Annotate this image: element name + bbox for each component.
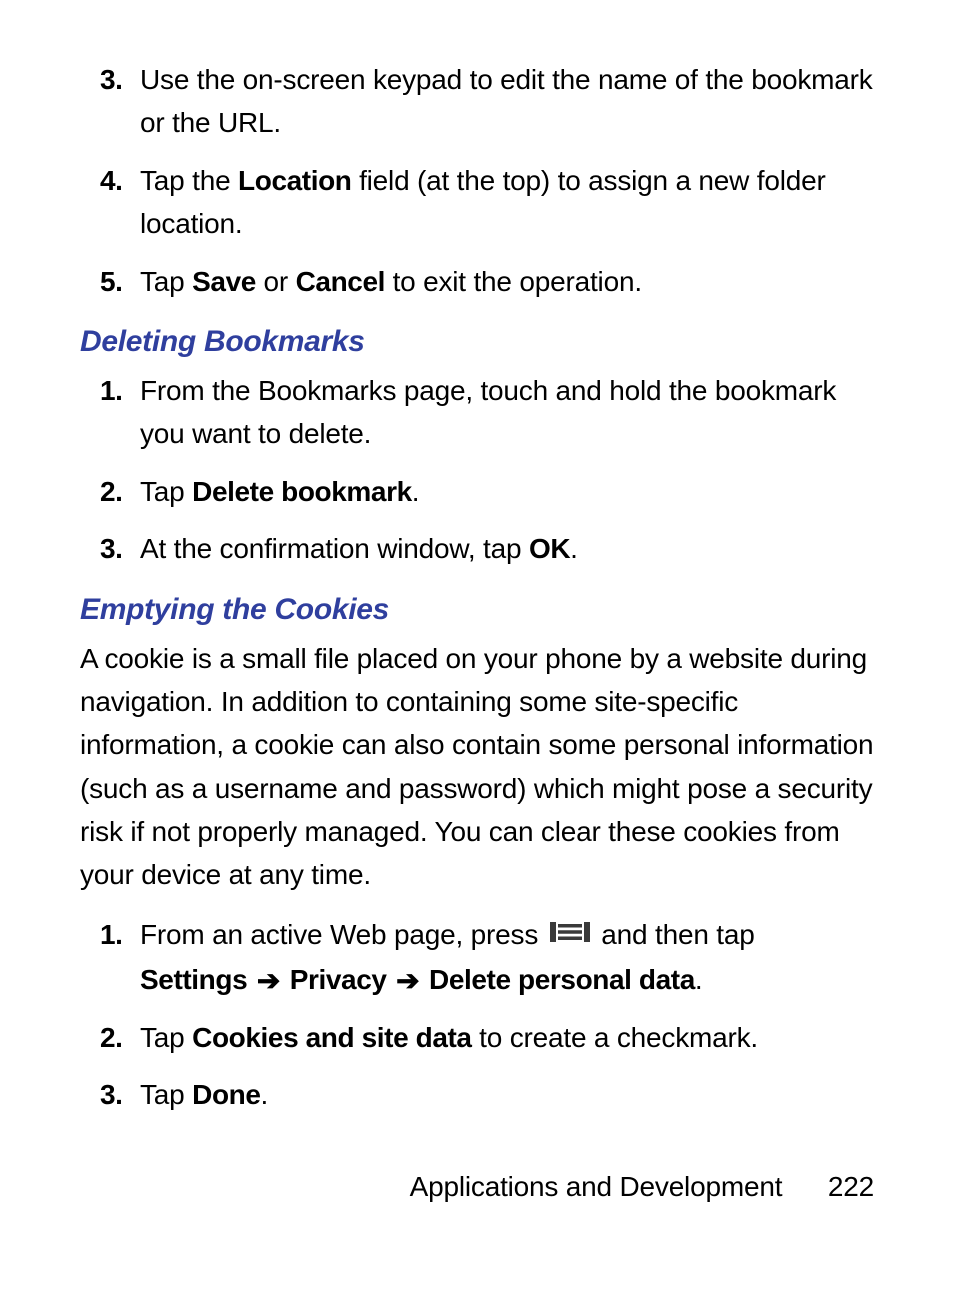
- paragraph-cookies-intro: A cookie is a small file placed on your …: [80, 637, 874, 897]
- list-number: 3.: [80, 1073, 140, 1116]
- menu-icon: [550, 913, 590, 956]
- list-text: From an active Web page, press and then …: [140, 913, 874, 1002]
- list-text: Tap the Location field (at the top) to a…: [140, 159, 874, 246]
- footer-section-title: Applications and Development: [410, 1171, 783, 1202]
- text-run: to exit the operation.: [385, 266, 642, 297]
- text-run: .: [412, 476, 420, 507]
- list-text: From the Bookmarks page, touch and hold …: [140, 369, 874, 456]
- section-heading-emptying-cookies: Emptying the Cookies: [80, 593, 874, 627]
- bold-run: Location: [238, 165, 351, 196]
- arrow-icon: ➔: [394, 959, 421, 1002]
- list-item: 1. From the Bookmarks page, touch and ho…: [80, 369, 874, 456]
- list-item: 3. At the confirmation window, tap OK.: [80, 527, 874, 570]
- text-run: At the confirmation window, tap: [140, 533, 529, 564]
- text-run: or: [256, 266, 296, 297]
- footer-page-number: 222: [828, 1171, 874, 1203]
- text-run: .: [570, 533, 578, 564]
- list-text: Use the on-screen keypad to edit the nam…: [140, 58, 874, 145]
- bold-run: Done: [192, 1079, 260, 1110]
- list-number: 4.: [80, 159, 140, 202]
- bold-run: Save: [192, 266, 256, 297]
- text-run: From an active Web page, press: [140, 919, 546, 950]
- list-item: 5. Tap Save or Cancel to exit the operat…: [80, 260, 874, 303]
- text-run: to create a checkmark.: [472, 1022, 758, 1053]
- list-continued: 3. Use the on-screen keypad to edit the …: [80, 58, 874, 303]
- bold-run: Privacy: [290, 964, 387, 995]
- text-run: Tap: [140, 1022, 192, 1053]
- document-page: 3. Use the on-screen keypad to edit the …: [0, 0, 954, 1295]
- list-item: 1. From an active Web page, press and th…: [80, 913, 874, 1002]
- list-item: 2. Tap Cookies and site data to create a…: [80, 1016, 874, 1059]
- list-text: At the confirmation window, tap OK.: [140, 527, 874, 570]
- list-text: Tap Cookies and site data to create a ch…: [140, 1016, 874, 1059]
- list-number: 5.: [80, 260, 140, 303]
- page-footer: Applications and Development 222: [410, 1171, 874, 1203]
- list-text: Tap Save or Cancel to exit the operation…: [140, 260, 874, 303]
- bold-run: Cancel: [296, 266, 385, 297]
- list-item: 4. Tap the Location field (at the top) t…: [80, 159, 874, 246]
- list-number: 1.: [80, 913, 140, 956]
- list-item: 3. Tap Done.: [80, 1073, 874, 1116]
- text-run: Tap: [140, 476, 192, 507]
- list-item: 3. Use the on-screen keypad to edit the …: [80, 58, 874, 145]
- list-emptying-cookies: 1. From an active Web page, press and th…: [80, 913, 874, 1116]
- arrow-icon: ➔: [255, 959, 282, 1002]
- section-heading-deleting-bookmarks: Deleting Bookmarks: [80, 325, 874, 359]
- list-number: 2.: [80, 470, 140, 513]
- bold-run: Cookies and site data: [192, 1022, 471, 1053]
- list-number: 2.: [80, 1016, 140, 1059]
- bold-run: Settings: [140, 964, 247, 995]
- list-number: 1.: [80, 369, 140, 412]
- text-run: Tap the: [140, 165, 238, 196]
- text-run: Tap: [140, 266, 192, 297]
- list-number: 3.: [80, 527, 140, 570]
- list-text: Tap Delete bookmark.: [140, 470, 874, 513]
- list-item: 2. Tap Delete bookmark.: [80, 470, 874, 513]
- bold-run: OK: [529, 533, 570, 564]
- text-run: .: [261, 1079, 269, 1110]
- bold-run: Delete personal data: [429, 964, 695, 995]
- list-text: Tap Done.: [140, 1073, 874, 1116]
- text-run: Tap: [140, 1079, 192, 1110]
- list-deleting-bookmarks: 1. From the Bookmarks page, touch and ho…: [80, 369, 874, 571]
- bold-run: Delete bookmark: [192, 476, 412, 507]
- text-run: .: [695, 964, 703, 995]
- list-number: 3.: [80, 58, 140, 101]
- text-run: and then tap: [601, 919, 754, 950]
